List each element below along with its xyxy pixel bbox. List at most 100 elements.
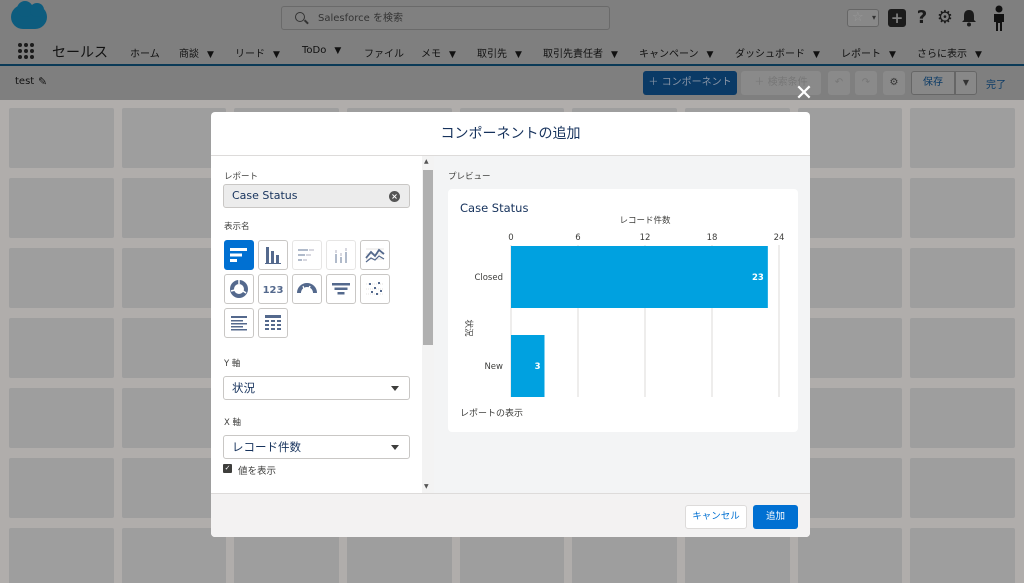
dashboard-placeholder-cell (797, 458, 903, 518)
dashboard-placeholder-cell (797, 248, 903, 308)
scroll-up-arrow-icon[interactable]: ▲ (424, 158, 429, 165)
report-label: レポート (224, 172, 259, 182)
nav-item-reports[interactable]: レポート ▼ (841, 45, 896, 60)
add-button[interactable]: 追加 (753, 505, 798, 529)
x-tick-label: 6 (575, 233, 580, 243)
page-background: ☆ ▾ + ? ⚙ セールス ホーム 商談▼ リード▼ ToDo▼ (0, 0, 1024, 583)
done-link[interactable]: 完了 (986, 76, 1006, 91)
nav-item-accounts[interactable]: 取引先 ▼ (477, 45, 522, 60)
scroll-down-arrow-icon[interactable]: ▼ (424, 483, 429, 490)
settings-gear-icon[interactable]: ⚙ (883, 71, 905, 95)
nav-item-dashboards[interactable]: ダッシュボード ▼ (735, 45, 820, 60)
category-label: Closed (474, 273, 503, 283)
nav-item-leads[interactable]: リード ▼ (235, 45, 280, 60)
nav-item-more[interactable]: さらに表示 ▼ (917, 45, 982, 60)
nav-item-files[interactable]: ファイル (364, 45, 404, 60)
preview-card: Case Status レコード件数 0 6 12 18 24 状況 Closed 23 New 3… (448, 189, 798, 432)
global-header: ☆ ▾ + ? ⚙ セールス ホーム 商談▼ リード▼ ToDo▼ (0, 0, 1024, 66)
dashboard-placeholder-cell (9, 248, 114, 308)
undo-icon[interactable]: ↶ (828, 71, 850, 95)
display-as-label: 表示名 (224, 222, 250, 232)
stacked-vertical-bar-icon (326, 240, 356, 270)
show-values-label: 値を表示 (238, 466, 277, 477)
scatter-chart-icon[interactable] (360, 274, 390, 304)
caret-down-icon: ▼ (975, 50, 982, 60)
nav-item-notes[interactable]: メモ ▼ (421, 45, 456, 60)
x-tick-label: 12 (640, 233, 651, 243)
component-settings-panel: レポート Case Status × 表示名 123 Y 軸 状況 X 軸 レコ… (211, 156, 434, 493)
save-dropdown-chevron-icon[interactable]: ▼ (955, 71, 977, 95)
metric-icon[interactable]: 123 (258, 274, 288, 304)
lightning-table-icon[interactable] (224, 308, 254, 338)
page-name: test (15, 76, 35, 87)
nav-item-campaigns[interactable]: キャンペーン ▼ (639, 45, 713, 60)
report-lookup-field[interactable]: Case Status × (223, 184, 410, 208)
dashboard-placeholder-cell (910, 108, 1015, 168)
notification-bell-icon[interactable] (960, 9, 978, 27)
add-component-modal: コンポーネントの追加 レポート Case Status × 表示名 123 Y … (211, 112, 810, 537)
y-axis-value: 状況 (232, 381, 255, 395)
cancel-button[interactable]: キャンセル (685, 505, 747, 529)
modal-title: コンポーネントの追加 (211, 112, 810, 156)
chevron-down-icon: ▼ (273, 50, 280, 60)
dashboard-placeholder-cell (910, 318, 1015, 378)
x-tick-label: 18 (707, 233, 718, 243)
donut-chart-icon[interactable] (224, 274, 254, 304)
close-icon[interactable]: ✕ (792, 82, 816, 106)
nav-item-opportunities[interactable]: 商談 ▼ (179, 45, 214, 60)
dashboard-placeholder-cell (9, 178, 114, 238)
global-add-icon[interactable]: + (888, 9, 906, 27)
dashboard-placeholder-cell (910, 458, 1015, 518)
scrollbar-thumb[interactable] (423, 170, 433, 345)
clear-icon[interactable]: × (389, 191, 400, 202)
horizontal-bar-chart-icon[interactable] (224, 240, 254, 270)
save-button[interactable]: 保存 (911, 71, 955, 95)
dashboard-placeholder-cell (9, 108, 114, 168)
redo-icon[interactable]: ↷ (855, 71, 877, 95)
app-launcher-icon[interactable] (18, 43, 34, 59)
nav-item-todo[interactable]: ToDo ▼ (302, 45, 341, 56)
dashboard-placeholder-cell (797, 528, 903, 583)
gauge-icon[interactable] (292, 274, 322, 304)
favorite-star-icon: ☆ (852, 10, 864, 25)
dashboard-placeholder-cell (910, 248, 1015, 308)
dashboard-placeholder-cell (910, 388, 1015, 448)
dashboard-placeholder-cell (9, 388, 114, 448)
chevron-down-icon: ▼ (889, 50, 896, 60)
show-values-checkbox[interactable]: ✓ (223, 464, 232, 473)
global-search-box[interactable] (281, 6, 610, 30)
chevron-down-icon: ▼ (515, 50, 522, 60)
view-report-link[interactable]: レポートの表示 (460, 406, 523, 419)
visualization-picker: 123 (224, 240, 390, 340)
add-component-button[interactable]: ＋ コンポーネント (643, 71, 737, 95)
chevron-down-icon: ▼ (449, 50, 456, 60)
dropdown-arrow-icon (391, 386, 399, 391)
global-search-input[interactable] (318, 10, 598, 26)
table-icon[interactable] (258, 308, 288, 338)
x-axis-title: レコード件数 (619, 215, 671, 226)
salesforce-cloud-logo[interactable] (11, 1, 47, 29)
line-chart-icon[interactable] (360, 240, 390, 270)
y-axis-select[interactable]: 状況 (223, 376, 410, 400)
funnel-chart-icon[interactable] (326, 274, 356, 304)
pencil-edit-icon[interactable]: ✎ (38, 75, 47, 88)
help-icon[interactable]: ? (913, 9, 931, 27)
dashboard-placeholder-cell (9, 458, 114, 518)
nav-item-contacts[interactable]: 取引先責任者 ▼ (543, 45, 618, 60)
setup-gear-icon[interactable]: ⚙ (936, 9, 954, 27)
x-axis-value: レコード件数 (232, 440, 301, 454)
preview-panel: プレビュー Case Status レコード件数 0 6 12 18 24 状況 Closed… (434, 156, 810, 493)
preview-label: プレビュー (448, 172, 491, 182)
vertical-bar-chart-icon[interactable] (258, 240, 288, 270)
bar (511, 246, 768, 308)
nav-item-home[interactable]: ホーム (130, 45, 160, 60)
bar-value-label: 3 (535, 362, 541, 372)
user-avatar-icon[interactable] (989, 5, 1009, 31)
x-axis-label: X 軸 (224, 418, 242, 428)
x-axis-select[interactable]: レコード件数 (223, 435, 410, 459)
dashboard-placeholder-cell (9, 318, 114, 378)
dropdown-arrow-icon (391, 445, 399, 450)
svg-text:123: 123 (263, 285, 284, 296)
favorites-button[interactable]: ☆ ▾ (847, 9, 879, 27)
bar-value-label: 23 (752, 273, 764, 283)
